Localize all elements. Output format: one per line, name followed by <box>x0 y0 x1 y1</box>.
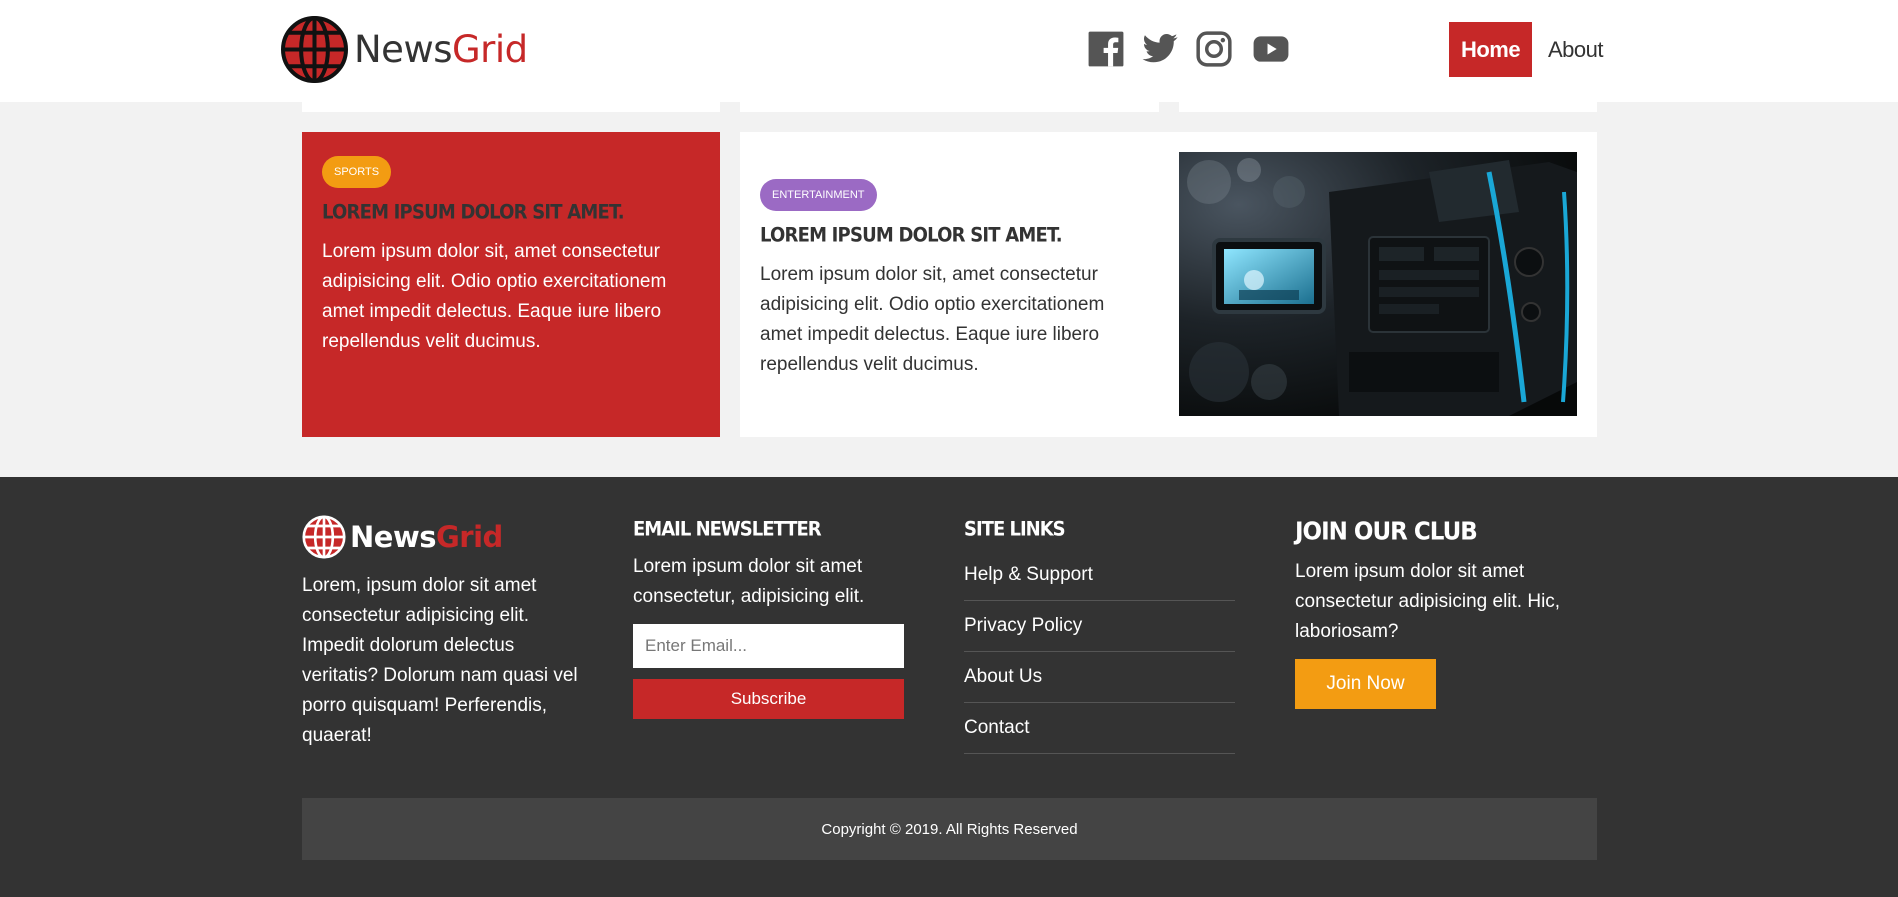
category-badge-sports[interactable]: SPORTS <box>322 156 392 188</box>
join-now-button[interactable]: Join Now <box>1295 659 1436 709</box>
twitter-icon[interactable] <box>1141 30 1179 68</box>
main-nav: Home About <box>1449 22 1604 77</box>
logo-text: NewsGrid <box>354 28 528 71</box>
nav-home-link[interactable]: Home <box>1449 22 1532 77</box>
category-badge-entertainment[interactable]: ENTERTAINMENT <box>760 179 877 211</box>
youtube-icon[interactable] <box>1249 30 1293 68</box>
site-footer: NewsGrid Lorem, ipsum dolor sit amet con… <box>0 477 1898 897</box>
site-header: NewsGrid Home About <box>0 0 1898 102</box>
footer-logo-text: NewsGrid <box>350 520 503 554</box>
card-title[interactable]: LOREM IPSUM DOLOR SIT AMET. <box>322 201 700 224</box>
site-links-list: Help & Support Privacy Policy About Us C… <box>964 550 1235 754</box>
entertainment-card[interactable]: ENTERTAINMENT LOREM IPSUM DOLOR SIT AMET… <box>740 132 1597 437</box>
footer-link-about[interactable]: About Us <box>964 652 1235 703</box>
footer-logo[interactable]: NewsGrid <box>302 515 592 559</box>
social-links <box>1087 30 1293 68</box>
sports-card[interactable]: SPORTS LOREM IPSUM DOLOR SIT AMET. Lorem… <box>302 132 720 437</box>
newsletter-text: Lorem ipsum dolor sit amet consectetur, … <box>633 556 865 607</box>
globe-icon <box>302 515 346 559</box>
facebook-icon[interactable] <box>1087 30 1125 68</box>
video-camera-illustration <box>1179 152 1577 416</box>
site-logo[interactable]: NewsGrid <box>281 16 528 83</box>
footer-link-help[interactable]: Help & Support <box>964 550 1235 601</box>
video-camera-photo[interactable] <box>1179 152 1577 416</box>
globe-icon <box>281 16 348 83</box>
site-links-heading: SITE LINKS <box>964 517 1066 542</box>
join-club-text: Lorem ipsum dolor sit amet consectetur a… <box>1295 561 1561 642</box>
email-field[interactable] <box>633 624 904 668</box>
footer-link-contact[interactable]: Contact <box>964 703 1235 754</box>
footer-about: NewsGrid Lorem, ipsum dolor sit amet con… <box>302 515 592 751</box>
footer-join-club: JOIN OUR CLUB Lorem ipsum dolor sit amet… <box>1295 517 1595 709</box>
footer-link-privacy[interactable]: Privacy Policy <box>964 601 1235 652</box>
subscribe-button[interactable]: Subscribe <box>633 679 904 719</box>
instagram-icon[interactable] <box>1195 30 1233 68</box>
join-club-heading: JOIN OUR CLUB <box>1295 517 1478 547</box>
footer-site-links: SITE LINKS Help & Support Privacy Policy… <box>964 517 1235 754</box>
card-text: Lorem ipsum dolor sit, amet consectetur … <box>760 264 1105 375</box>
card-title[interactable]: LOREM IPSUM DOLOR SIT AMET. <box>760 224 1145 247</box>
card-body: ENTERTAINMENT LOREM IPSUM DOLOR SIT AMET… <box>760 179 1145 380</box>
card-text: Lorem ipsum dolor sit, amet consectetur … <box>322 241 667 352</box>
footer-newsletter: EMAIL NEWSLETTER Lorem ipsum dolor sit a… <box>633 517 904 719</box>
nav-about-link[interactable]: About <box>1548 37 1604 63</box>
footer-about-text: Lorem, ipsum dolor sit amet consectetur … <box>302 575 578 746</box>
newsletter-heading: EMAIL NEWSLETTER <box>633 517 822 542</box>
copyright-bar: Copyright © 2019. All Rights Reserved <box>302 798 1597 860</box>
